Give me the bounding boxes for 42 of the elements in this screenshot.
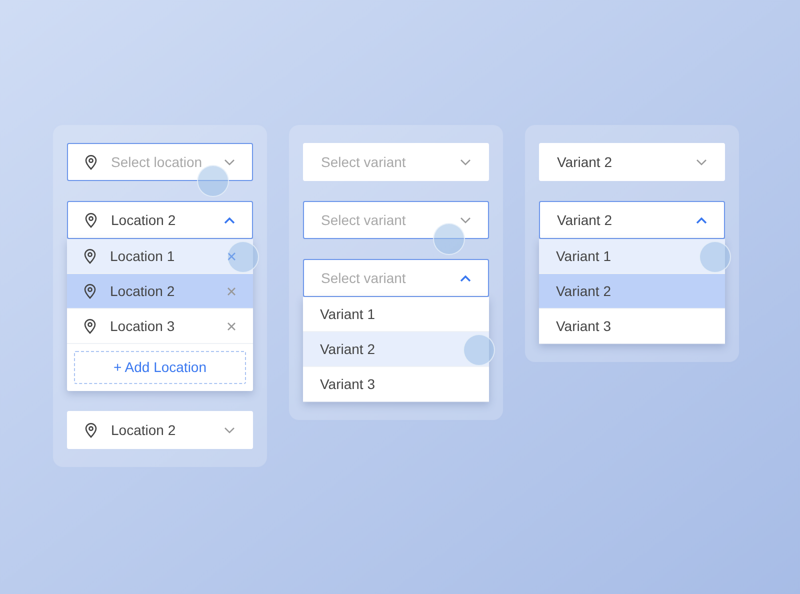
option-label: Variant 3 <box>556 316 612 336</box>
dropdown-option[interactable]: Location 3 <box>67 309 253 344</box>
chevron-up-icon <box>224 216 235 224</box>
select-value: Select variant <box>321 210 407 230</box>
close-icon[interactable] <box>227 286 236 296</box>
dropdown-option[interactable]: Variant 2 <box>303 332 489 367</box>
add-location-button[interactable]: + Add Location <box>74 351 246 384</box>
option-label: Location 3 <box>110 316 176 336</box>
chevron-down-icon <box>460 216 471 224</box>
select-value: Select variant <box>321 268 407 288</box>
dropdown-option[interactable]: Variant 1 <box>303 297 489 332</box>
select-value: Location 2 <box>111 420 177 440</box>
dropdown-option[interactable]: Variant 3 <box>303 367 489 402</box>
option-label: Location 1 <box>110 246 176 266</box>
option-label: Variant 2 <box>556 282 612 300</box>
select-field[interactable]: Location 2 <box>67 201 253 239</box>
dropdown-option[interactable]: Location 2 <box>67 274 253 309</box>
option-label: Variant 1 <box>556 246 612 266</box>
chevron-up-icon <box>460 274 471 282</box>
select-field[interactable]: Variant 2 <box>539 143 725 181</box>
option-label: Variant 1 <box>320 304 376 324</box>
dropdown-option[interactable]: Location 1 <box>67 239 253 274</box>
select-value: Location 2 <box>111 210 177 230</box>
dropdown-option[interactable]: Variant 3 <box>539 309 725 344</box>
chevron-down-icon <box>460 158 471 166</box>
select-value: Select location <box>111 152 204 172</box>
option-label: Variant 2 <box>320 340 376 358</box>
chevron-up-icon <box>696 216 707 224</box>
dropdown-option[interactable]: Variant 2 <box>539 274 725 309</box>
close-icon[interactable] <box>227 252 236 260</box>
select-field[interactable]: Location 2 <box>67 411 253 449</box>
close-icon[interactable] <box>227 322 236 330</box>
chevron-down-icon <box>696 158 707 166</box>
chevron-down-icon <box>224 158 235 166</box>
chevron-down-icon <box>224 426 235 434</box>
dropdown-option[interactable]: Variant 1 <box>539 239 725 274</box>
select-value: Variant 2 <box>557 210 613 230</box>
option-label: Location 2 <box>110 282 176 300</box>
select-value: Variant 2 <box>557 152 613 172</box>
select-value: Select variant <box>321 152 407 172</box>
select-field[interactable]: Variant 2 <box>539 201 725 239</box>
option-label: Variant 3 <box>320 374 376 394</box>
